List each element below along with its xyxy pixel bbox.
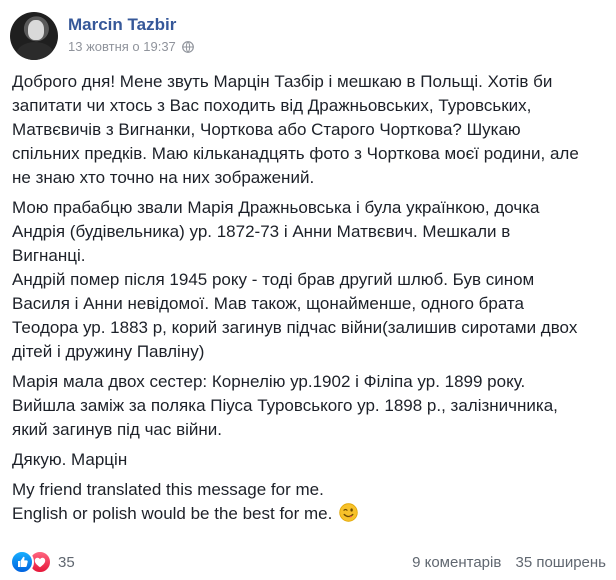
text-line: Вигнанці.: [12, 246, 86, 265]
facebook-post: Marcin Tazbir 13 жовтня о 19:37 Доброго …: [0, 0, 616, 580]
wink-emoji-icon: [339, 503, 358, 522]
text-line: Вийшла заміж за поляка Піуса Туровського…: [12, 396, 558, 415]
text-line: запитати чи хтось з Вас походить від Дра…: [12, 96, 532, 115]
paragraph-4: Дякую. Марцін: [12, 448, 608, 472]
author-name[interactable]: Marcin Tazbir: [68, 15, 194, 35]
text-line: English or polish would be the best for …: [12, 504, 333, 523]
text-line: Андрія (будівельника) ур. 1872-73 і Анни…: [12, 222, 511, 241]
avatar-shoulders: [16, 42, 54, 60]
paragraph-3: Марія мала двох сестер: Корнелію ур.1902…: [12, 370, 608, 442]
text-line: Марія мала двох сестер: Корнелію ур.1902…: [12, 372, 526, 391]
avatar[interactable]: [10, 12, 58, 60]
text-line: не знаю хто точно на них зображений.: [12, 168, 315, 187]
text-line: Дякую. Марцін: [12, 450, 128, 469]
text-line: який загинув під час війни.: [12, 420, 223, 439]
post-meta: Marcin Tazbir 13 жовтня о 19:37: [68, 15, 194, 55]
like-reaction-icon[interactable]: [10, 550, 34, 574]
text-line: спільних предків. Маю кільканадцять фото…: [12, 144, 579, 163]
avatar-face: [28, 20, 44, 40]
text-line: Андрій помер після 1945 року - тоді брав…: [12, 270, 535, 289]
paragraph-5: My friend translated this message for me…: [12, 478, 608, 526]
paragraph-1: Доброго дня! Мене звуть Марцін Тазбір і …: [12, 70, 608, 190]
reaction-count[interactable]: 35: [58, 554, 75, 571]
post-footer: 35 9 коментарів 35 поширень: [10, 550, 606, 574]
post-header: Marcin Tazbir 13 жовтня о 19:37: [10, 12, 194, 64]
text-line: My friend translated this message for me…: [12, 480, 324, 499]
text-line: дітей і дружину Павліну): [12, 342, 205, 361]
comments-count-link[interactable]: 9 коментарів: [412, 554, 501, 571]
text-line: Мою прабабцю звали Марія Дражньовська і …: [12, 198, 540, 217]
text-line: Матвєвичів з Вигнанки, Чорткова або Стар…: [12, 120, 521, 139]
globe-icon[interactable]: [181, 41, 194, 53]
post-body: Доброго дня! Мене звуть Марцін Тазбір і …: [12, 70, 608, 526]
text-line: Теодора ур. 1883 р, корий загинув підчас…: [12, 318, 578, 337]
text-line: Доброго дня! Мене звуть Марцін Тазбір і …: [12, 72, 553, 91]
reactions-summary[interactable]: 35: [10, 550, 75, 574]
post-time-row: 13 жовтня о 19:37: [68, 39, 194, 55]
engagement-stats: 9 коментарів 35 поширень: [402, 554, 606, 571]
text-line: Василя і Анни невідомої. Мав також, щона…: [12, 294, 524, 313]
shares-count-link[interactable]: 35 поширень: [515, 554, 606, 571]
post-timestamp[interactable]: 13 жовтня о 19:37: [68, 39, 176, 55]
paragraph-2: Мою прабабцю звали Марія Дражньовська і …: [12, 196, 608, 364]
text-line-with-emoji: English or polish would be the best for …: [12, 502, 608, 526]
